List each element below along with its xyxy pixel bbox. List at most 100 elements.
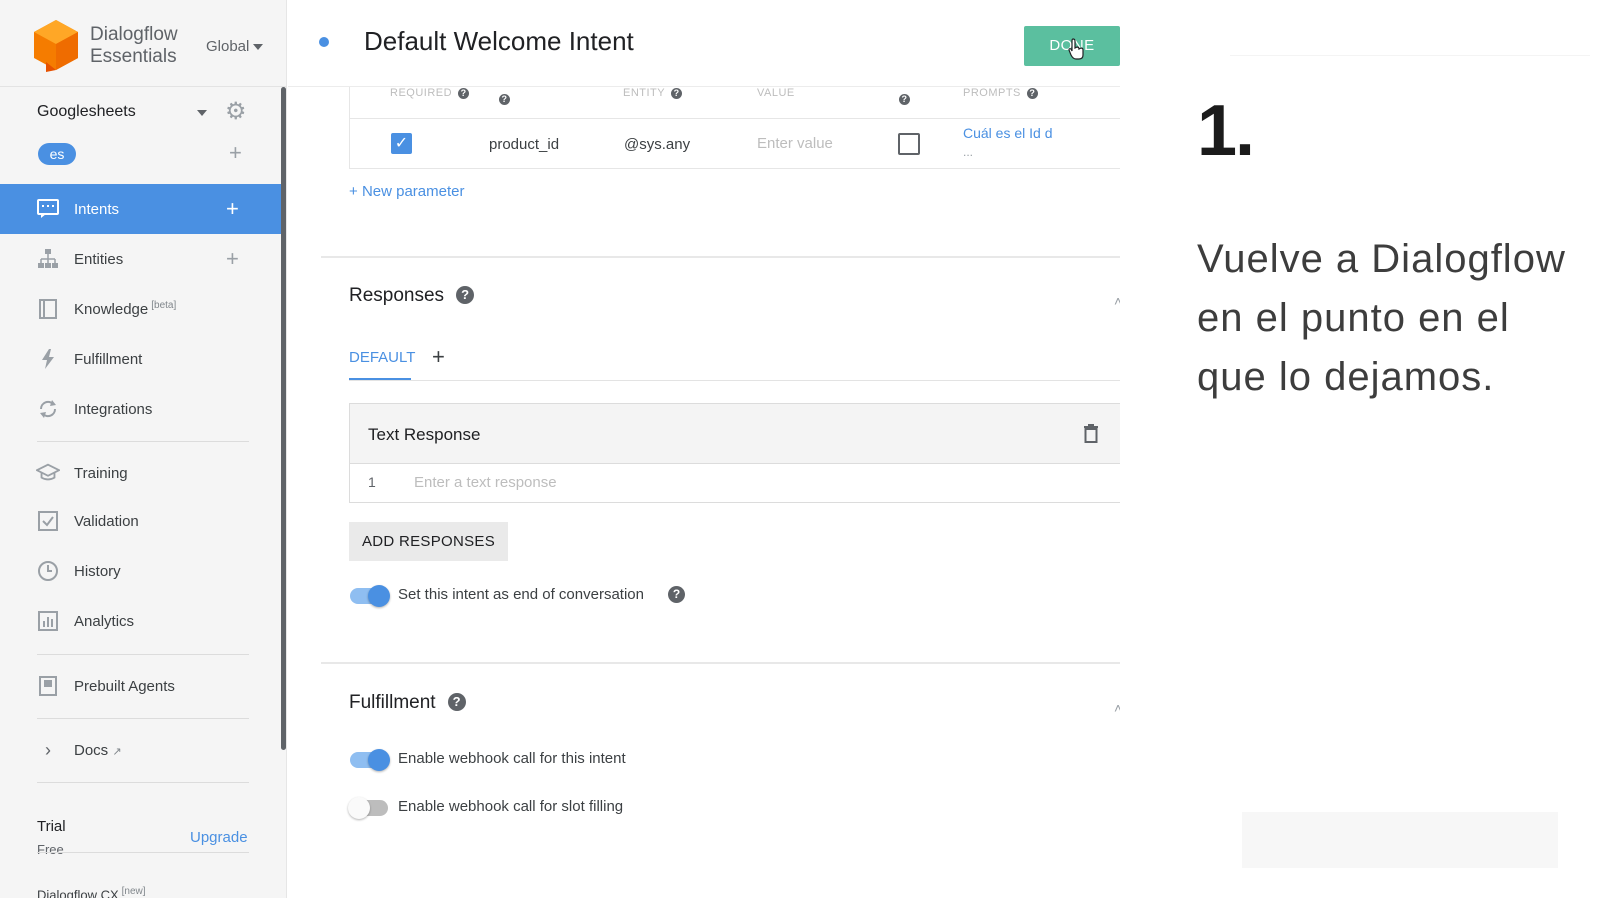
gear-icon[interactable]: ⚙ — [225, 100, 247, 124]
intent-header: Default Welcome Intent DONE — [288, 0, 1120, 87]
upgrade-link[interactable]: Upgrade — [190, 829, 248, 846]
intent-editor: Default Welcome Intent DONE REQUIRED? ? … — [288, 0, 1120, 898]
webhook-toggle[interactable] — [350, 749, 390, 771]
prompt-ellipsis: ... — [963, 145, 974, 159]
sidebar-divider — [37, 654, 249, 655]
agent-dropdown-icon[interactable] — [197, 110, 207, 116]
sidebar-divider — [37, 852, 249, 853]
add-entity-icon[interactable]: + — [226, 248, 239, 270]
required-checkbox[interactable]: ✓ — [391, 133, 412, 154]
sidebar-item-knowledge[interactable]: Knowledge [beta] — [0, 284, 281, 334]
slot-filling-label: Enable webhook call for slot filling — [398, 798, 624, 815]
section-divider — [321, 256, 1120, 258]
cx-label: Dialogflow CX — [37, 887, 119, 898]
sidebar-divider — [37, 782, 249, 783]
sidebar-item-training[interactable]: Training — [0, 448, 281, 498]
is-list-checkbox[interactable] — [898, 133, 920, 155]
end-conversation-toggle[interactable] — [350, 585, 390, 607]
sidebar-item-label: Validation — [74, 512, 139, 530]
header-prompts-label: PROMPTS — [963, 87, 1021, 99]
sidebar-item-analytics[interactable]: Analytics — [0, 596, 281, 646]
responses-title: Responses — [349, 285, 445, 306]
sidebar-item-history[interactable]: History — [0, 546, 281, 596]
toggle-knob — [368, 585, 390, 607]
toggle-knob — [368, 749, 390, 771]
sidebar-item-docs[interactable]: › Docs ↗ — [0, 725, 281, 775]
sidebar-item-entities[interactable]: Entities + — [0, 234, 281, 284]
plan-label: Trial — [37, 818, 66, 835]
sidebar-item-prebuilt-agents[interactable]: Prebuilt Agents — [0, 661, 281, 711]
chevron-down-icon — [253, 44, 264, 51]
intent-title[interactable]: Default Welcome Intent — [364, 26, 634, 57]
docs-label: Docs — [74, 741, 109, 759]
fulfillment-title: Fulfillment — [349, 692, 436, 713]
sidebar-divider — [37, 718, 249, 719]
help-icon[interactable]: ? — [1026, 87, 1038, 99]
header-value: VALUE — [757, 87, 795, 99]
slot-filling-toggle[interactable] — [348, 797, 388, 819]
beta-badge: [beta] — [151, 300, 177, 311]
step-number: 1. — [1197, 91, 1255, 171]
lightning-icon — [36, 347, 60, 371]
brand-name-line2: Essentials — [90, 46, 177, 67]
add-language-icon[interactable]: + — [229, 142, 242, 164]
help-icon[interactable]: ? — [458, 87, 470, 99]
parameters-table: REQUIRED? ? ENTITY? VALUE ? PROMPTS? ✓ p… — [349, 87, 1120, 169]
region-selector[interactable]: Global — [206, 38, 264, 55]
unsaved-indicator — [319, 37, 329, 47]
help-icon[interactable]: ? — [456, 286, 475, 304]
parameter-entity[interactable]: @sys.any — [624, 136, 690, 153]
brand-name: Dialogflow Essentials — [90, 24, 178, 68]
faded-test-console-input — [1230, 36, 1590, 56]
header-entity-label: ENTITY — [623, 87, 666, 99]
app-root: Dialogflow Essentials Global Googlesheet… — [0, 0, 1600, 898]
help-icon[interactable]: ? — [671, 87, 683, 99]
region-label: Global — [206, 38, 250, 55]
sidebar-item-label: Integrations — [74, 400, 153, 418]
plus-icon: + — [349, 183, 362, 200]
add-tab-icon[interactable]: + — [432, 344, 445, 370]
parameter-prompt-link[interactable]: Cuál es el Id d — [963, 125, 1053, 141]
text-response-card: Text Response 1 Enter a text response — [349, 403, 1120, 503]
response-row-number: 1 — [368, 474, 376, 490]
clock-icon — [36, 559, 60, 583]
sidebar-item-fulfillment[interactable]: Fulfillment — [0, 334, 281, 384]
external-link-icon: ↗ — [112, 745, 122, 758]
help-icon[interactable]: ? — [499, 93, 510, 105]
agent-book-icon — [36, 674, 60, 698]
sidebar-scrollbar[interactable] — [281, 87, 286, 750]
tab-default[interactable]: DEFAULT — [349, 349, 415, 366]
brand-name-line1: Dialogflow — [90, 24, 178, 45]
dialogflow-cx-link[interactable]: Dialogflow CX [new] — [37, 886, 146, 898]
language-chip[interactable]: es — [38, 143, 76, 165]
graduation-cap-icon — [36, 461, 60, 485]
chevron-right-icon: › — [45, 739, 51, 760]
help-icon[interactable]: ? — [447, 693, 466, 711]
checkbox-icon — [36, 509, 60, 533]
sidebar-item-label: Fulfillment — [74, 350, 143, 368]
new-parameter-link[interactable]: + New parameter — [349, 183, 464, 200]
sidebar-item-label: Training — [74, 464, 128, 482]
book-icon — [36, 297, 60, 321]
add-intent-icon[interactable]: + — [226, 198, 239, 220]
parameter-value-input[interactable]: Enter value — [757, 135, 833, 152]
header-name-help: ? — [493, 93, 510, 105]
brand-header: Dialogflow Essentials Global — [0, 0, 287, 87]
faded-console-button — [1242, 812, 1558, 868]
agent-selector[interactable]: Googlesheets — [37, 103, 136, 121]
add-responses-button[interactable]: ADD RESPONSES — [349, 522, 508, 561]
sidebar-item-label: Entities — [74, 250, 124, 268]
sync-icon — [36, 397, 60, 421]
sidebar-item-integrations[interactable]: Integrations — [0, 384, 281, 434]
trash-icon[interactable] — [1083, 423, 1099, 443]
step-caption: Vuelve a Dialogflow en el punto en el qu… — [1197, 237, 1566, 399]
sidebar-item-validation[interactable]: Validation — [0, 496, 281, 546]
parameter-name[interactable]: product_id — [489, 136, 559, 153]
header-islist-help: ? — [893, 93, 910, 105]
help-icon[interactable]: ? — [899, 93, 910, 105]
help-icon[interactable]: ? — [668, 586, 685, 603]
sidebar-item-label: Knowledge [beta] — [74, 300, 176, 318]
sidebar-item-intents[interactable]: Intents + — [0, 184, 281, 234]
text-response-input[interactable]: Enter a text response — [414, 474, 557, 491]
new-parameter-label: New parameter — [361, 183, 465, 200]
